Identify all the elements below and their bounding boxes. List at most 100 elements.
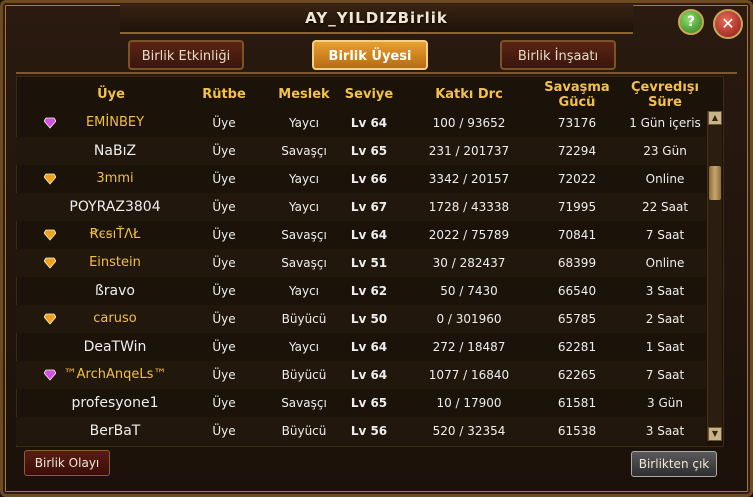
member-class: Yaycı [288, 116, 320, 130]
member-offline: 22 Saat [641, 200, 689, 214]
tab-bar: Birlik Etkinliği Birlik Üyesi Birlik İnş… [0, 38, 753, 74]
member-contribution: 3342 / 20157 [428, 172, 510, 186]
member-level: Lv 66 [350, 172, 388, 186]
member-power: 61538 [557, 424, 597, 438]
member-rank: Üye [212, 172, 236, 186]
member-class: Savaşçı [281, 228, 327, 242]
scrollbar[interactable]: ▲ ▼ [707, 111, 722, 441]
table-row[interactable]: EMİNBEY Üye Yaycı Lv 64 100 / 93652 73176 1 Gü… [16, 109, 706, 137]
member-class: Savaşçı [281, 144, 327, 158]
table-row[interactable]: BerBaT Üye Büyücü Lv 56 520 / 32354 61538 3 Sa… [16, 417, 706, 445]
member-contribution: 10 / 17900 [436, 396, 502, 410]
leave-guild-button[interactable]: Birlikten çık [631, 451, 717, 477]
member-rank: Üye [212, 368, 236, 382]
member-rank: Üye [212, 312, 236, 326]
header-member[interactable]: Üye [56, 87, 166, 102]
member-power: 71995 [557, 200, 597, 214]
tab-guild-events[interactable]: Birlik Etkinliği [128, 40, 244, 70]
member-level: Lv 65 [350, 396, 388, 410]
member-power: 72294 [557, 144, 597, 158]
member-power: 72022 [557, 172, 597, 186]
header-power[interactable]: Savaşma Gücü [542, 80, 612, 110]
scroll-up-icon[interactable]: ▲ [708, 111, 722, 125]
member-offline: 23 Gün [643, 144, 687, 158]
table-row[interactable]: ꞦєꞩıŤΛŁ Üye Savaşçı Lv 64 2022 / 75789 70841 7… [16, 221, 706, 249]
guild-events-button[interactable]: Birlik Olayı [24, 450, 110, 476]
member-rank: Üye [212, 340, 236, 354]
member-name: ꞦєꞩıŤΛŁ [89, 227, 141, 242]
tab-divider [16, 72, 737, 74]
member-level: Lv 64 [350, 340, 388, 354]
header-class[interactable]: Meslek [264, 87, 344, 102]
member-class: Yaycı [288, 172, 320, 186]
table-row[interactable]: NaBıZ Üye Savaşçı Lv 65 231 / 201737 72294 23 … [16, 137, 706, 165]
gold-gem-icon [44, 257, 56, 269]
member-level: Lv 51 [350, 256, 388, 270]
member-class: Yaycı [288, 284, 320, 298]
table-row[interactable]: DeaTWin Üye Yaycı Lv 64 272 / 18487 62281 1 Sa… [16, 333, 706, 361]
member-offline: Online [645, 256, 685, 270]
member-class: Yaycı [288, 200, 320, 214]
tab-guild-construction[interactable]: Birlik İnşaatı [500, 40, 616, 70]
member-rank: Üye [212, 424, 236, 438]
header-offline[interactable]: Çevredışı Süre [630, 80, 700, 110]
help-icon[interactable]: ? [678, 9, 704, 35]
member-level: Lv 62 [350, 284, 388, 298]
member-rank: Üye [212, 144, 236, 158]
member-class: Büyücü [281, 368, 327, 382]
member-name: DeaTWin [83, 339, 147, 355]
member-offline: 7 Saat [645, 228, 685, 242]
member-contribution: 1728 / 43338 [428, 200, 510, 214]
member-contribution: 30 / 282437 [432, 256, 506, 270]
member-name: ßravo [94, 283, 135, 299]
member-level: Lv 65 [350, 144, 388, 158]
member-name: BerBaT [89, 423, 141, 439]
gold-gem-icon [44, 229, 56, 241]
scroll-down-icon[interactable]: ▼ [708, 427, 722, 441]
member-power: 65785 [557, 312, 597, 326]
member-class: Büyücü [281, 424, 327, 438]
member-name: ™ArchAnqeLs™ [63, 367, 167, 382]
table-row[interactable]: POYRAZ3804 Üye Yaycı Lv 67 1728 / 43338 71995… [16, 193, 706, 221]
member-offline: 3 Saat [645, 424, 685, 438]
window-title: AY_YILDIZBirlik [305, 9, 448, 27]
member-rank: Üye [212, 284, 236, 298]
member-contribution: 1077 / 16840 [428, 368, 510, 382]
member-class: Büyücü [281, 312, 327, 326]
table-row[interactable]: Einstein Üye Savaşçı Lv 51 30 / 282437 68399 O… [16, 249, 706, 277]
member-level: Lv 64 [350, 368, 388, 382]
purple-gem-icon [44, 117, 56, 129]
member-contribution: 0 / 301960 [436, 312, 502, 326]
table-row[interactable]: ßravo Üye Yaycı Lv 62 50 / 7430 66540 3 Saat [16, 277, 706, 305]
scroll-thumb[interactable] [709, 166, 721, 200]
table-row[interactable]: ™ArchAnqeLs™ Üye Büyücü Lv 64 1077 / 16840 62… [16, 361, 706, 389]
close-icon[interactable]: ✕ [713, 9, 743, 39]
member-class: Yaycı [288, 340, 320, 354]
header-contribution[interactable]: Katkı Drc [414, 87, 524, 102]
member-power: 62281 [557, 340, 597, 354]
member-name: 3mmi [96, 171, 134, 186]
member-level: Lv 56 [350, 424, 388, 438]
gold-gem-icon [44, 173, 56, 185]
member-power: 62265 [557, 368, 597, 382]
header-level[interactable]: Seviye [334, 87, 404, 102]
table-row[interactable]: caruso Üye Büyücü Lv 50 0 / 301960 65785 2 Saa… [16, 305, 706, 333]
member-contribution: 231 / 201737 [428, 144, 510, 158]
member-rank: Üye [212, 228, 236, 242]
member-contribution: 50 / 7430 [440, 284, 498, 298]
header-rank[interactable]: Rütbe [184, 87, 264, 102]
member-offline: Online [645, 172, 685, 186]
table-header: Üye Rütbe Meslek Seviye Katkı Drc Savaşm… [16, 80, 706, 110]
member-rank: Üye [212, 200, 236, 214]
member-offline: 1 Saat [645, 340, 685, 354]
member-contribution: 520 / 32354 [432, 424, 506, 438]
member-power: 68399 [557, 256, 597, 270]
tab-guild-members[interactable]: Birlik Üyesi [312, 40, 428, 70]
member-offline: 3 Saat [645, 284, 685, 298]
member-class: Savaşçı [281, 396, 327, 410]
member-power: 70841 [557, 228, 597, 242]
table-row[interactable]: profesyone1 Üye Savaşçı Lv 65 10 / 17900 6158… [16, 389, 706, 417]
member-contribution: 100 / 93652 [432, 116, 506, 130]
table-row[interactable]: 3mmi Üye Yaycı Lv 66 3342 / 20157 72022 Online [16, 165, 706, 193]
purple-gem-icon [44, 369, 56, 381]
